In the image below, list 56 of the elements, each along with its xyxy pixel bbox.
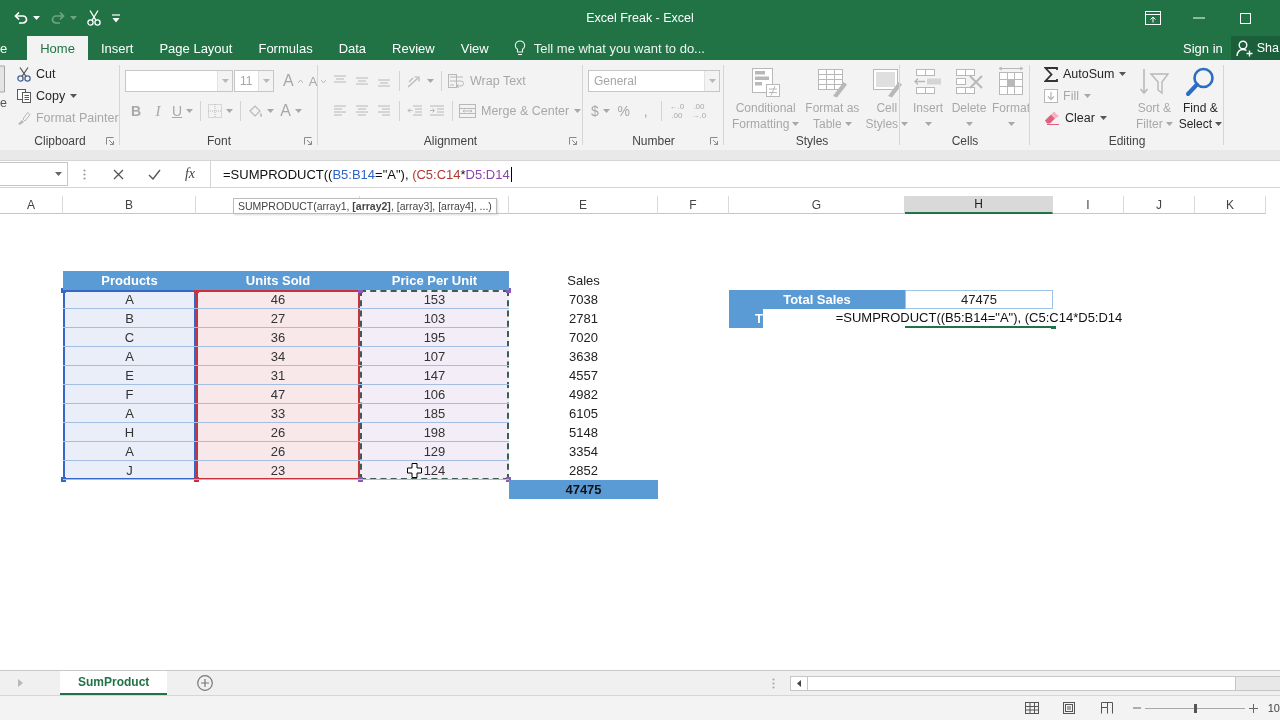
summary-label-cell: Total Sales bbox=[729, 290, 905, 309]
sales-cell-text: 4557 bbox=[568, 367, 599, 385]
group-label: Editing bbox=[1108, 134, 1146, 148]
table-cell: 36 bbox=[196, 328, 360, 347]
sales-cell-text: 2781 bbox=[568, 310, 599, 328]
sales-cell-text: 3638 bbox=[568, 348, 599, 366]
sales-cell-text: 7020 bbox=[568, 329, 599, 347]
table-header-cell: Price Per Unit bbox=[360, 271, 509, 290]
table-cell: A bbox=[63, 442, 196, 461]
window-title: Excel Freak - Excel bbox=[586, 11, 694, 25]
group-label: Clipboard bbox=[34, 134, 86, 148]
table-cell: 47 bbox=[196, 385, 360, 404]
table-cell: B bbox=[63, 309, 196, 328]
sales-cell-text: 4982 bbox=[568, 386, 599, 404]
table-cell: 107 bbox=[360, 347, 509, 366]
sales-cell-text: 5148 bbox=[568, 424, 599, 442]
table-cell: H bbox=[63, 423, 196, 442]
table-cell: F bbox=[63, 385, 196, 404]
sales-cell-text: 2852 bbox=[568, 462, 599, 480]
sales-cell-text: 7038 bbox=[568, 291, 599, 309]
table-cell: 23 bbox=[196, 461, 360, 480]
sales-cell-text: 6105 bbox=[568, 405, 599, 423]
table-cell: E bbox=[63, 366, 196, 385]
table-cell: 46 bbox=[196, 290, 360, 309]
table-cell: 129 bbox=[360, 442, 509, 461]
function-tooltip: SUMPRODUCT(array1, [array2], [array3], [array4], ...) bbox=[233, 198, 497, 214]
total-cell: 47475 bbox=[509, 480, 658, 499]
table-cell: A bbox=[63, 404, 196, 423]
table-cell: 33 bbox=[196, 404, 360, 423]
table-cell: 153 bbox=[360, 290, 509, 309]
table-cell: 103 bbox=[360, 309, 509, 328]
table-cell: 147 bbox=[360, 366, 509, 385]
table-cell: 26 bbox=[196, 442, 360, 461]
summary-label-cell: T bbox=[729, 309, 763, 328]
table-cell: 31 bbox=[196, 366, 360, 385]
group-label: Cells bbox=[951, 134, 979, 148]
table-cell: 185 bbox=[360, 404, 509, 423]
table-cell: C bbox=[63, 328, 196, 347]
group-label: Font bbox=[207, 134, 231, 148]
table-cell: A bbox=[63, 347, 196, 366]
table-cell: 106 bbox=[360, 385, 509, 404]
sales-cell-text: 3354 bbox=[568, 443, 599, 461]
table-cell: 26 bbox=[196, 423, 360, 442]
table-header-cell: Units Sold bbox=[196, 271, 360, 290]
table-header-cell: Products bbox=[63, 271, 196, 290]
summary-value-cell: 47475 bbox=[905, 290, 1053, 309]
sales-header: Sales bbox=[566, 272, 601, 290]
table-cell: A bbox=[63, 290, 196, 309]
group-label: Styles bbox=[795, 134, 829, 148]
table-cell: 27 bbox=[196, 309, 360, 328]
table-cell: 195 bbox=[360, 328, 509, 347]
table-cell: 34 bbox=[196, 347, 360, 366]
group-label: Alignment bbox=[423, 134, 478, 148]
group-label: Number bbox=[632, 134, 675, 148]
table-cell: J bbox=[63, 461, 196, 480]
table-cell: 198 bbox=[360, 423, 509, 442]
